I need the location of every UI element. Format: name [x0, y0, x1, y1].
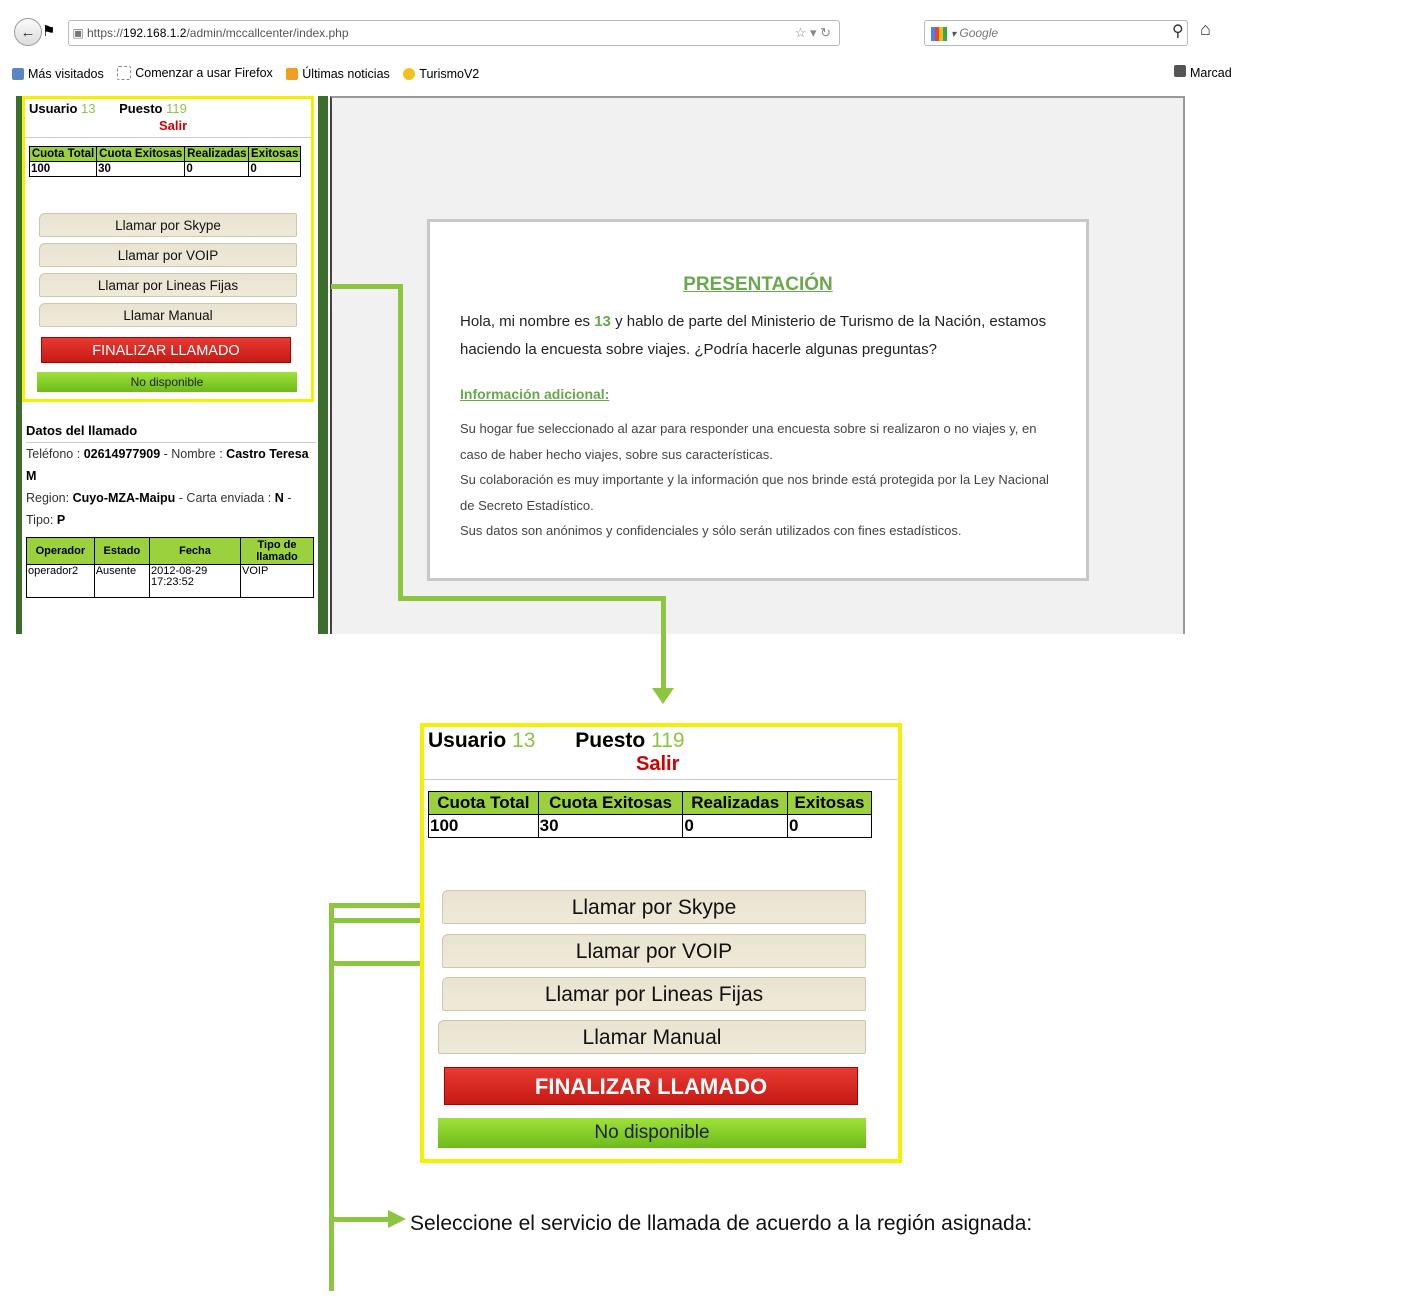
call-skype-button[interactable]: Llamar por Skype — [39, 213, 297, 237]
quota-table: Cuota Total Cuota Exitosas Realizadas Ex… — [28, 146, 301, 177]
additional-info: Su hogar fue seleccionado al azar para r… — [460, 421, 1049, 538]
url-host: 192.168.1.2 — [123, 26, 187, 40]
user-info: Usuario 13 Puesto 119 — [428, 729, 685, 752]
call-voip-button[interactable]: Llamar por VOIP — [442, 934, 866, 968]
bookmark-noticias[interactable]: Últimas noticias — [286, 61, 390, 87]
status-button[interactable]: No disponible — [37, 372, 297, 392]
bookmark-firefox[interactable]: Comenzar a usar Firefox — [117, 60, 273, 86]
search-box[interactable]: ▾ Google — [924, 20, 1188, 46]
connector-line — [398, 284, 403, 600]
connector-line — [398, 596, 666, 601]
presentation-card: PRESENTACIÓN Hola, mi nombre es 13 y hab… — [427, 219, 1089, 581]
connector-line — [329, 1217, 389, 1222]
chevron-down-icon: ▾ — [951, 29, 957, 40]
zoomed-control-panel: Usuario 13 Puesto 119 Salir Cuota Total … — [420, 723, 902, 1163]
presentation-intro: Hola, mi nombre es 13 y hablo de parte d… — [460, 313, 1047, 358]
call-manual-button[interactable]: Llamar Manual — [39, 303, 297, 327]
url-bar[interactable]: ▣ https://192.168.1.2/admin/mccallcenter/… — [68, 20, 840, 46]
user-info: Usuario 13 Puesto 119 — [29, 101, 187, 116]
finalizar-llamado-button[interactable]: FINALIZAR LLAMADO — [41, 337, 291, 363]
salir-link[interactable]: Salir — [636, 753, 679, 776]
bookmarks-menu[interactable]: Marcad — [1174, 60, 1232, 86]
connector-line — [661, 596, 666, 692]
additional-info-title: Información adicional: — [460, 386, 610, 402]
presentation-title: PRESENTACIÓN — [683, 274, 833, 295]
bookmark-icon — [12, 68, 24, 80]
bookmarks-bar: Más visitados Comenzar a usar Firefox Úl… — [0, 60, 1235, 86]
connector-line — [331, 284, 403, 289]
call-data-line-2: Region: Cuyo-MZA-Maipu - Carta enviada :… — [26, 491, 292, 527]
call-skype-button[interactable]: Llamar por Skype — [442, 890, 866, 924]
fruit-icon — [403, 68, 416, 80]
star-icon[interactable]: ☆ ▾ ↻ — [795, 21, 831, 45]
back-arrow-icon[interactable]: ← — [14, 18, 42, 46]
call-data-line-1: Teléfono : 02614977909 - Nombre : Castro… — [26, 447, 309, 483]
call-data-title: Datos del llamado — [26, 420, 316, 443]
call-lineas-fijas-button[interactable]: Llamar por Lineas Fijas — [442, 977, 866, 1011]
url-prefix: https:// — [87, 26, 124, 40]
identity-icon[interactable]: ⚑ — [42, 22, 55, 40]
home-icon[interactable]: ⌂ — [1200, 19, 1211, 40]
arrow-down-icon — [652, 688, 674, 704]
call-manual-button[interactable]: Llamar Manual — [438, 1020, 866, 1054]
bookmark-turismo[interactable]: TurismoV2 — [403, 61, 479, 87]
quota-table: Cuota Total Cuota Exitosas Realizadas Ex… — [428, 791, 872, 838]
instruction-caption: Seleccione el servicio de llamada de acu… — [410, 1212, 1033, 1235]
google-icon — [931, 26, 947, 41]
url-path: /admin/mccallcenter/index.php — [186, 26, 349, 40]
search-placeholder: Google — [959, 26, 999, 40]
page-icon — [117, 66, 132, 80]
control-panel: Usuario 13 Puesto 119 Salir Cuota Total … — [22, 96, 314, 402]
lock-icon: ▣ — [72, 26, 84, 40]
call-data: Datos del llamado Teléfono : 02614977909… — [26, 420, 316, 598]
table-row: operador2 Ausente 2012-08-29 17:23:52 VO… — [26, 564, 314, 598]
bookmark-mas-visitados[interactable]: Más visitados — [12, 61, 104, 87]
divider — [25, 137, 311, 138]
arrow-right-icon — [388, 1210, 406, 1228]
salir-link[interactable]: Salir — [159, 118, 187, 133]
finalizar-llamado-button[interactable]: FINALIZAR LLAMADO — [444, 1067, 858, 1105]
bookmarks-icon — [1174, 65, 1186, 77]
calls-table: Operador Estado Fecha Tipo de llamado op… — [26, 537, 314, 598]
divider — [424, 779, 898, 780]
status-button[interactable]: No disponible — [438, 1118, 866, 1148]
search-icon[interactable]: ⚲ — [1172, 21, 1184, 41]
call-voip-button[interactable]: Llamar por VOIP — [39, 243, 297, 267]
rss-icon — [286, 68, 299, 80]
browser-navbar: ← ⚑ ▣ https://192.168.1.2/admin/mccallcen… — [0, 0, 1235, 60]
call-lineas-fijas-button[interactable]: Llamar por Lineas Fijas — [39, 273, 297, 297]
